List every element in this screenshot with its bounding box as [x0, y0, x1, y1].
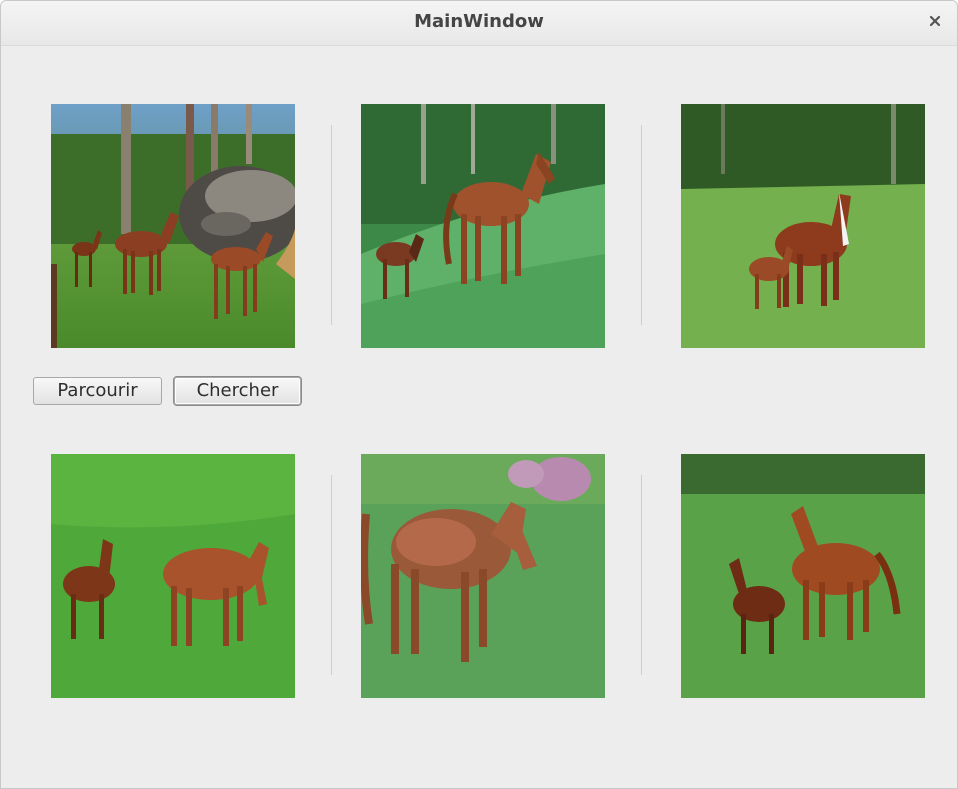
main-window: MainWindow Parcourir Chercher [0, 0, 958, 789]
separator [331, 125, 332, 325]
title-bar[interactable]: MainWindow [1, 1, 957, 46]
search-button[interactable]: Chercher [174, 377, 301, 405]
horse-image-6 [681, 454, 925, 698]
horse-image-5 [361, 454, 605, 698]
separator [331, 475, 332, 675]
horse-image-4 [51, 454, 295, 698]
horse-image-3 [681, 104, 925, 348]
horse-image-1 [51, 104, 295, 348]
browse-button[interactable]: Parcourir [33, 377, 162, 405]
separator [641, 475, 642, 675]
separator [641, 125, 642, 325]
horse-image-2 [361, 104, 605, 348]
window-title: MainWindow [414, 11, 544, 32]
close-icon[interactable] [927, 13, 943, 29]
